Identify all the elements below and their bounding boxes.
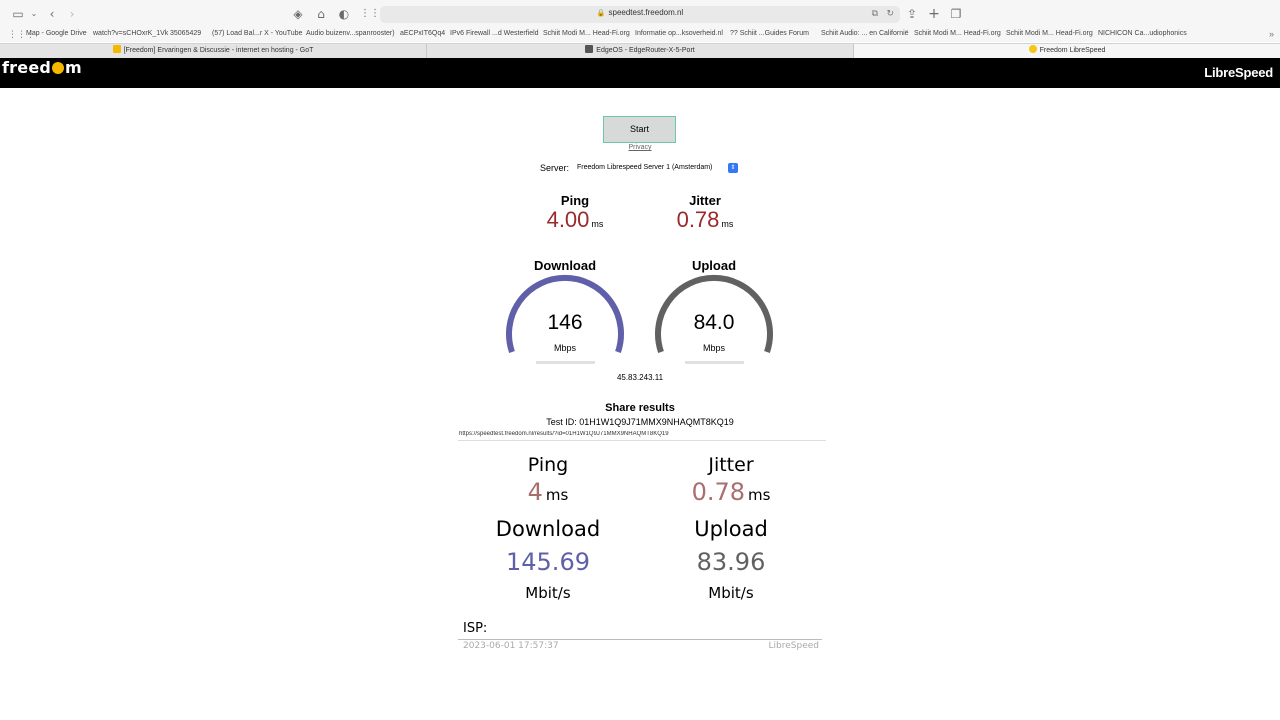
result-jitter-title: Jitter <box>708 454 754 476</box>
bookmark-item[interactable]: Schiit Modi M... Head-Fi.org <box>1006 30 1093 37</box>
site-header: freedomfreedm LibreSpeed <box>0 58 1280 88</box>
back-icon[interactable]: ‹ <box>46 8 58 20</box>
test-id: Test ID: 01H1W1Q9J71MMX9NHAQMT8KQ19 <box>546 417 734 427</box>
browser-toolbar: ▭ ⌄ ‹ › ◈ ⌂ ◐ ⋮⋮ 🔒 speedtest.freedom.nl ⧉… <box>0 0 1280 28</box>
share-url-field[interactable]: https://speedtest.freedom.nl/results/?id… <box>458 431 826 441</box>
result-ping-title: Ping <box>527 454 569 476</box>
bookmarks-bar: ⋮⋮⋮ Map - Google Drive watch?v=sCHOxrK_1… <box>0 28 1280 42</box>
result-download-unit: Mbit/s <box>525 584 571 602</box>
ping-title: Ping <box>560 193 590 208</box>
share-results-title: Share results <box>605 402 675 414</box>
server-select[interactable]: Freedom Librespeed Server 1 (Amsterdam) … <box>573 162 740 174</box>
upload-unit: Mbps <box>702 343 725 353</box>
download-value: 146 <box>547 311 583 334</box>
bookmark-item[interactable]: Map - Google Drive <box>26 30 87 37</box>
bookmark-item[interactable]: watch?v=sCHOxrK_1Vk <box>93 30 168 37</box>
privacy-link[interactable]: Privacy <box>600 144 680 151</box>
tab-favicon-icon <box>112 45 121 53</box>
bookmark-item[interactable]: aECPxIT6Qq4 <box>400 30 445 37</box>
result-download-value: 145.69 <box>506 548 590 576</box>
ping-value: 4.00 ms <box>546 207 604 232</box>
bookmark-item[interactable]: Schiit Audio: ... en Californië <box>821 30 909 37</box>
new-tab-icon[interactable]: + <box>928 7 940 21</box>
jitter-title: Jitter <box>689 193 721 208</box>
tab-title: [Freedom] Ervaringen & Discussie - inter… <box>123 47 314 54</box>
start-button[interactable]: Start <box>603 116 676 143</box>
bookmark-item[interactable]: 35065429 <box>170 30 201 37</box>
tab-title: Freedom LibreSpeed <box>1039 47 1106 54</box>
bookmark-item[interactable]: Informatie op...ksoverheid.nl <box>635 30 723 37</box>
result-timestamp: 2023-06-01 17:57:37 <box>463 641 559 651</box>
result-upload-unit: Mbit/s <box>708 584 754 602</box>
shield-icon[interactable]: ◐ <box>338 8 350 20</box>
result-download-title: Download <box>495 517 601 541</box>
tab-freedom-librespeed[interactable]: Freedom LibreSpeed <box>854 44 1280 59</box>
reload-icon[interactable]: ↻ <box>886 9 894 20</box>
result-divider <box>458 639 822 640</box>
address-bar[interactable]: 🔒 speedtest.freedom.nl ⧉ ↻ <box>380 6 900 23</box>
tab-favicon-icon <box>585 45 594 53</box>
result-footer-brand: LibreSpeed <box>768 641 819 651</box>
bookmark-item[interactable]: Schiit Modi M... Head-Fi.org <box>543 30 630 37</box>
result-isp-label: ISP: <box>463 621 488 636</box>
download-progress-bar <box>536 361 595 364</box>
tab-overview-icon[interactable]: ❐ <box>950 8 962 20</box>
address-bar-url: speedtest.freedom.nl <box>608 8 684 17</box>
privacy-report-icon[interactable]: ◈ <box>292 8 304 20</box>
result-jitter-value: 0.78 ms <box>691 478 771 506</box>
bookmark-item[interactable]: IPv6 Firewall ...d Westerfield <box>450 30 539 37</box>
bookmark-item[interactable]: NICHICON Ca...udiophonics <box>1098 30 1187 37</box>
bookmarks-overflow-icon[interactable]: » <box>1269 29 1274 39</box>
result-upload-title: Upload <box>694 517 768 541</box>
upload-progress-bar <box>685 361 744 364</box>
server-select-value: Freedom Librespeed Server 1 (Amsterdam) <box>577 164 713 171</box>
lock-icon: 🔒 <box>596 10 606 17</box>
tab-bar: [Freedom] Ervaringen & Discussie - inter… <box>0 43 1280 59</box>
freedom-logo[interactable]: freedomfreedm <box>2 58 82 77</box>
result-ping-value: 4 ms <box>527 478 569 506</box>
download-unit: Mbps <box>553 343 576 353</box>
bookmark-item[interactable]: ?? Schiit ...Guides Forum <box>730 30 809 37</box>
result-upload-value: 83.96 <box>696 548 766 576</box>
bookmark-item[interactable]: Schiit Modi M... Head-Fi.org <box>914 30 1001 37</box>
ip-address: 45.83.243.11 <box>616 373 664 382</box>
server-label: Server: <box>540 163 570 173</box>
select-arrows-icon: ⇕ <box>728 163 738 173</box>
upload-value: 84.0 <box>693 311 735 334</box>
extensions-grid-icon[interactable]: ⋮⋮ <box>360 8 380 20</box>
tab-edgeos[interactable]: EdgeOS - EdgeRouter-X-5-Port <box>427 44 854 59</box>
tab-favicon-icon <box>1028 45 1037 53</box>
bookmark-item[interactable]: Audio buizenv...spanrooster) <box>306 30 395 37</box>
forward-icon[interactable]: › <box>66 8 78 20</box>
tab-freedom-got[interactable]: [Freedom] Ervaringen & Discussie - inter… <box>0 44 427 59</box>
bookmark-item[interactable]: (57) Load Bal...r X - YouTube <box>212 30 302 37</box>
upload-title: Upload <box>691 258 737 273</box>
home-icon[interactable]: ⌂ <box>315 8 327 20</box>
download-title: Download <box>533 258 597 273</box>
translate-icon[interactable]: ⧉ <box>872 9 878 20</box>
share-icon[interactable]: ⇪ <box>906 8 918 20</box>
tab-title: EdgeOS - EdgeRouter-X-5-Port <box>596 47 695 54</box>
jitter-value: 0.78 ms <box>676 207 734 232</box>
librespeed-logo: LibreSpeed <box>1204 65 1273 80</box>
chevron-down-icon[interactable]: ⌄ <box>28 8 40 20</box>
sidebar-toggle-icon[interactable]: ▭ <box>12 8 24 20</box>
